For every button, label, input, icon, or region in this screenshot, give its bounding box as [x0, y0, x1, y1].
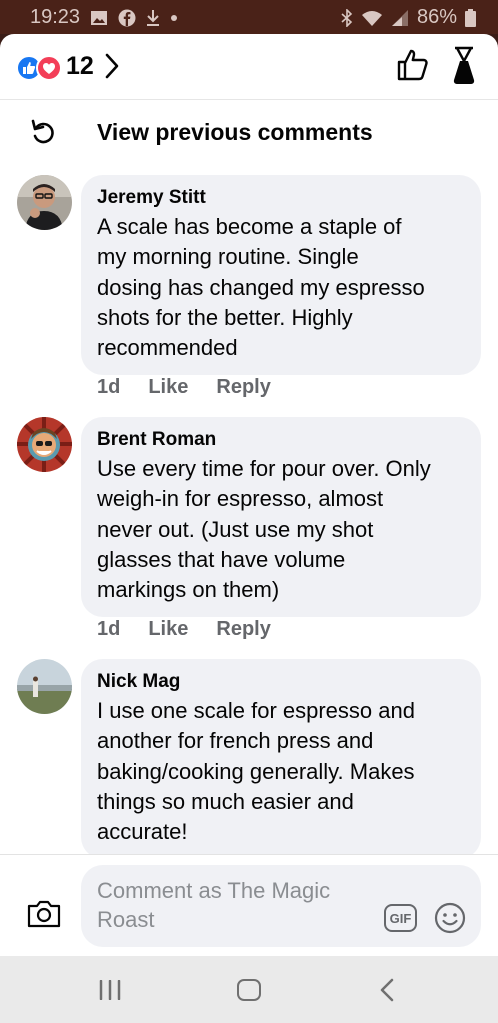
home-button[interactable]	[237, 979, 261, 1001]
avatar[interactable]	[17, 175, 72, 230]
comment-placeholder: Comment as The Magic Roast	[97, 878, 331, 932]
wifi-icon	[361, 10, 382, 26]
comment-text: Use every time for pour over. Only weigh…	[97, 454, 465, 605]
comment-author[interactable]: Jeremy Stitt	[97, 186, 465, 210]
comment-line: Use every time for pour over. Only	[97, 456, 431, 481]
reactions-bar[interactable]: 12	[0, 34, 498, 100]
comment-bubble[interactable]: Jeremy Stitt A scale has become a staple…	[81, 175, 481, 376]
avatar[interactable]	[17, 659, 72, 714]
camera-icon[interactable]	[26, 899, 62, 929]
view-previous-comments[interactable]: View previous comments	[0, 100, 498, 164]
view-previous-label: View previous comments	[97, 119, 373, 145]
comment-line: recommended	[97, 335, 238, 361]
gif-button[interactable]: GIF	[384, 904, 417, 932]
comment-line: A scale has become a staple of	[97, 214, 402, 239]
comment-line: dosing has changed my espresso	[97, 274, 425, 300]
comment-input[interactable]: Comment as The Magic Roast GIF	[81, 865, 481, 947]
comment-line: I use one scale for espresso and	[97, 698, 415, 723]
comment-line: my morning routine. Single	[97, 244, 359, 270]
like-button[interactable]: Like	[148, 618, 188, 641]
comment-text: I use one scale for espresso and another…	[97, 696, 465, 847]
comment-line: accurate!	[97, 819, 188, 845]
status-bar: 19:23 86%	[0, 0, 498, 34]
back-icon[interactable]	[379, 978, 395, 1002]
recent-apps-icon[interactable]	[98, 980, 122, 1000]
avatar[interactable]	[17, 417, 72, 472]
refresh-icon	[31, 119, 54, 144]
thumbs-up-icon[interactable]	[396, 48, 430, 82]
comment-line: weigh-in for espresso, almost	[97, 486, 384, 512]
comment-time[interactable]: 1d	[97, 376, 120, 399]
reaction-count[interactable]: 12	[66, 52, 94, 81]
reaction-icons[interactable]	[16, 53, 64, 81]
download-icon	[147, 9, 160, 26]
comment-composer: Comment as The Magic Roast GIF	[0, 854, 498, 956]
facebook-icon	[118, 9, 136, 26]
comments-sheet: 12 View previous comments Jeremy Stitt A…	[0, 34, 498, 956]
love-reaction-icon	[36, 55, 62, 81]
like-button[interactable]: Like	[148, 376, 188, 399]
comment-line: another for french press and	[97, 728, 374, 754]
comment-bubble[interactable]: Brent Roman Use every time for pour over…	[81, 417, 481, 618]
dot-icon	[171, 14, 178, 21]
reply-button[interactable]: Reply	[216, 618, 270, 641]
coffee-dripper-icon[interactable]	[450, 46, 478, 86]
bluetooth-icon	[341, 8, 353, 27]
battery-icon	[465, 8, 476, 27]
comment-bubble[interactable]: Nick Mag I use one scale for espresso an…	[81, 659, 481, 860]
comment-line: markings on them)	[97, 577, 280, 603]
comment-actions: 1d Like Reply	[97, 376, 271, 399]
comment-line: things so much easier and	[97, 788, 354, 814]
emoji-icon[interactable]	[434, 902, 466, 934]
battery-percent: 86%	[416, 6, 457, 28]
status-time: 19:23	[30, 6, 81, 28]
gallery-icon	[91, 10, 108, 25]
comment-line: shots for the better. Highly	[97, 304, 353, 330]
comment-author[interactable]: Brent Roman	[97, 428, 465, 452]
chevron-right-icon[interactable]	[104, 53, 120, 79]
comment-actions: 1d Like Reply	[97, 618, 271, 641]
system-nav-bar	[0, 956, 498, 1023]
comment-text: A scale has become a staple of my mornin…	[97, 212, 465, 363]
comment-line: baking/cooking generally. Makes	[97, 758, 415, 784]
comment-line: never out. (Just use my shot	[97, 516, 374, 542]
comment-time[interactable]: 1d	[97, 618, 120, 641]
reply-button[interactable]: Reply	[216, 376, 270, 399]
signal-icon	[391, 9, 408, 26]
comment-author[interactable]: Nick Mag	[97, 670, 465, 694]
comment-line: glasses that have volume	[97, 546, 346, 572]
